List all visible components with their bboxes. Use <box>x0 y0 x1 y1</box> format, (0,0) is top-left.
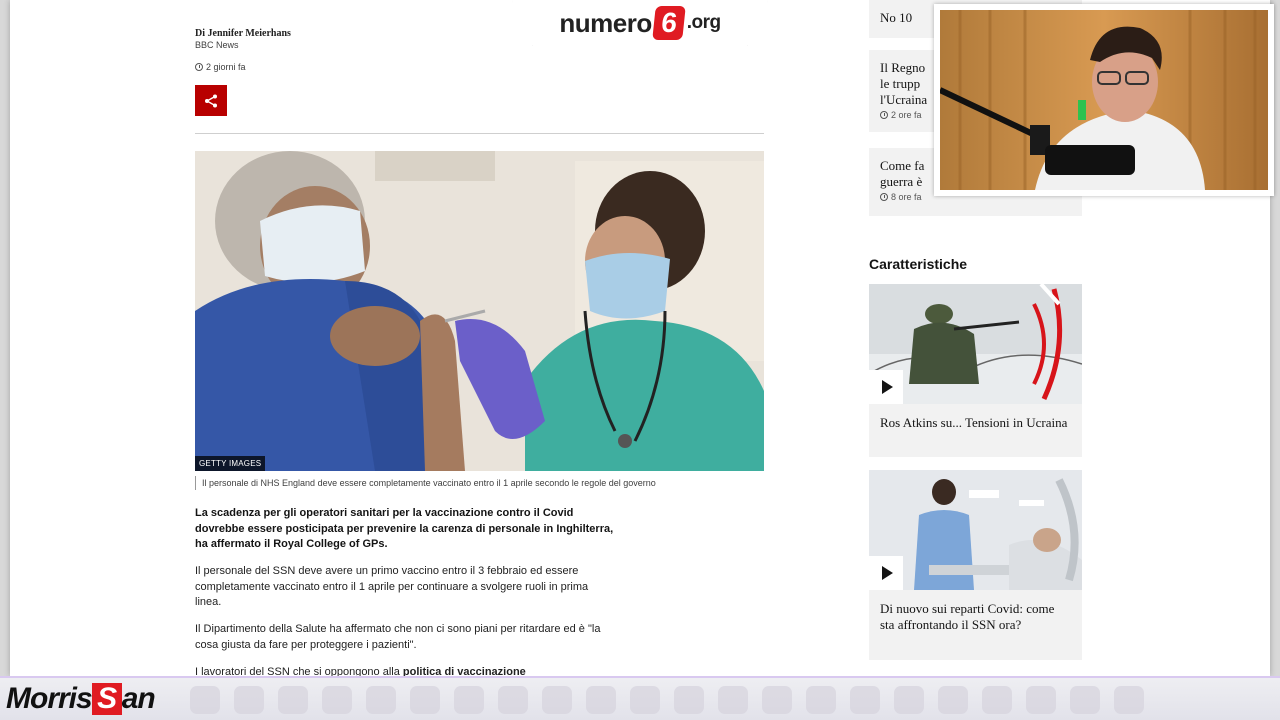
feature-card[interactable]: Di nuovo sui reparti Covid: come sta aff… <box>869 470 1082 660</box>
dock-app-icon[interactable] <box>1114 686 1144 714</box>
article-timestamp: 2 giorni fa <box>195 62 246 72</box>
clock-icon <box>195 63 203 71</box>
play-icon <box>881 380 893 394</box>
timestamp-text: 2 giorni fa <box>206 62 246 72</box>
clock-icon <box>880 193 888 201</box>
share-icon <box>205 94 217 107</box>
play-button[interactable] <box>869 556 903 590</box>
share-button[interactable] <box>195 85 227 116</box>
webcam-overlay <box>934 4 1274 196</box>
dock-app-icon[interactable] <box>762 686 792 714</box>
dock-app-icon[interactable] <box>542 686 572 714</box>
dock-app-icon[interactable] <box>190 686 220 714</box>
dock-app-icon[interactable] <box>850 686 880 714</box>
play-icon <box>881 566 893 580</box>
partial-text: I lavoratori del SSN che si oppongono al… <box>195 666 403 676</box>
article-lead-paragraph: La scadenza per gli operatori sanitari p… <box>195 507 614 550</box>
article-author: Di Jennifer Meierhans <box>195 28 291 39</box>
article-hero-image: GETTY IMAGES <box>195 151 764 471</box>
dock-app-icon[interactable] <box>1070 686 1100 714</box>
dock-icons <box>190 686 1144 714</box>
dock-app-icon[interactable] <box>410 686 440 714</box>
header-divider <box>195 133 764 134</box>
article-paragraph: Il Dipartimento della Salute ha affermat… <box>195 623 601 651</box>
feature-thumbnail <box>869 470 1082 590</box>
dock-app-icon[interactable] <box>806 686 836 714</box>
vaccination-policy-link[interactable]: politica di vaccinazione <box>403 666 526 676</box>
dock-app-icon[interactable] <box>454 686 484 714</box>
dock-app-icon[interactable] <box>718 686 748 714</box>
dock-app-icon[interactable] <box>894 686 924 714</box>
rail-story-title: No 10 <box>880 10 913 25</box>
vaccination-photo <box>195 151 764 471</box>
feature-thumbnail <box>869 284 1082 404</box>
numero6-logo: numero 6 .org <box>559 6 721 40</box>
dock-app-icon[interactable] <box>630 686 660 714</box>
dock-app-icon[interactable] <box>982 686 1012 714</box>
webcam-feed <box>940 10 1268 190</box>
image-credit: GETTY IMAGES <box>195 456 266 471</box>
article-paragraph: Il personale del SSN deve avere un primo… <box>195 565 589 608</box>
feature-card[interactable]: Ros Atkins su... Tensioni in Ucraina <box>869 284 1082 457</box>
numero6-logo-banner: numero 6 .org <box>512 0 768 46</box>
streamer-video <box>940 10 1268 190</box>
clock-icon <box>880 111 888 119</box>
feature-title: Di nuovo sui reparti Covid: come sta aff… <box>880 601 1055 632</box>
image-caption: Il personale di NHS England deve essere … <box>195 476 656 490</box>
dock-app-icon[interactable] <box>498 686 528 714</box>
desktop-dock <box>0 676 1280 720</box>
morrissan-brand-logo: Morris S an <box>6 682 156 715</box>
article-source: BBC News <box>195 40 239 50</box>
dock-app-icon[interactable] <box>586 686 616 714</box>
play-button[interactable] <box>869 370 903 404</box>
feature-title: Ros Atkins su... Tensioni in Ucraina <box>880 415 1068 430</box>
dock-app-icon[interactable] <box>278 686 308 714</box>
dock-app-icon[interactable] <box>234 686 264 714</box>
features-heading: Caratteristiche <box>869 256 968 272</box>
dock-app-icon[interactable] <box>366 686 396 714</box>
dock-app-icon[interactable] <box>674 686 704 714</box>
dock-app-icon[interactable] <box>1026 686 1056 714</box>
dock-app-icon[interactable] <box>938 686 968 714</box>
dock-app-icon[interactable] <box>322 686 352 714</box>
article-paragraph-partial: I lavoratori del SSN che si oppongono al… <box>195 665 615 676</box>
